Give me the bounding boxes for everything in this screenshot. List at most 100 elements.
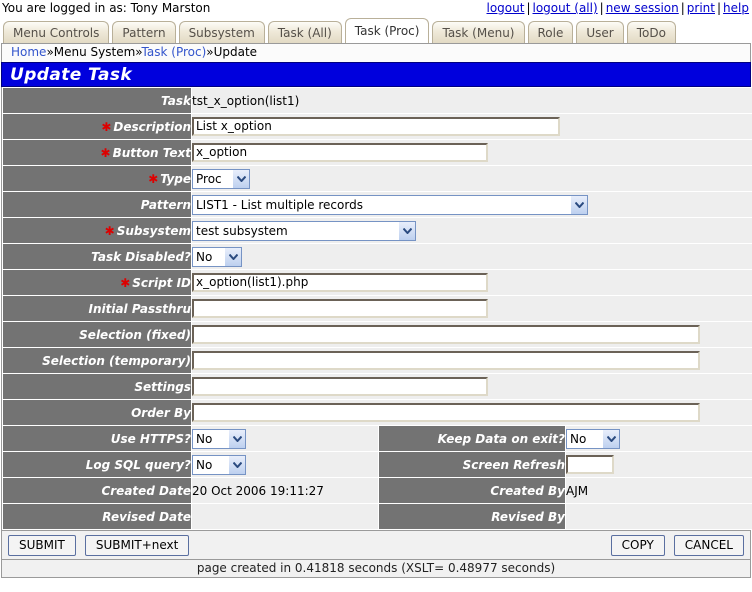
selection-fixed-input[interactable]	[192, 325, 700, 344]
tab-todo[interactable]: ToDo	[627, 21, 676, 43]
tab-subsystem[interactable]: Subsystem	[179, 21, 265, 43]
chevron-down-icon	[228, 456, 245, 474]
label-type-text: Type	[160, 172, 191, 186]
breadcrumb-item-home[interactable]: Home	[11, 45, 46, 59]
required-icon: ✱	[101, 146, 113, 160]
description-input[interactable]	[192, 117, 560, 136]
label-use-https: Use HTTPS?	[3, 426, 191, 451]
header-links: logout|logout (all)|new session|print|he…	[487, 0, 750, 16]
link-separator: |	[715, 1, 723, 15]
link-separator: |	[524, 1, 532, 15]
screen-refresh-input[interactable]	[566, 455, 614, 474]
type-select[interactable]: Proc	[192, 169, 250, 189]
pattern-select-value: LIST1 - List multiple records	[193, 196, 570, 214]
tab-role[interactable]: Role	[528, 21, 574, 43]
tab-strip: Menu Controls Pattern Subsystem Task (Al…	[0, 16, 752, 43]
tab-task-menu[interactable]: Task (Menu)	[432, 21, 524, 43]
label-type: ✱Type	[3, 166, 191, 191]
tab-menu-controls[interactable]: Menu Controls	[3, 21, 109, 43]
form-row-pattern: Pattern LIST1 - List multiple records	[3, 192, 752, 217]
title-banner: Update Task	[1, 62, 751, 87]
form-row-task: Task tst_x_option(list1)	[3, 88, 752, 113]
submit-next-button[interactable]: SUBMIT+next	[85, 535, 190, 556]
chevron-down-icon	[232, 170, 249, 188]
button-text-input[interactable]	[192, 143, 488, 162]
label-button-text: ✱Button Text	[3, 140, 191, 165]
label-task: Task	[3, 88, 191, 113]
label-revised-by: Revised By	[379, 504, 565, 529]
label-screen-refresh: Screen Refresh	[379, 452, 565, 477]
form-container: Task tst_x_option(list1) ✱Description ✱B…	[1, 87, 751, 530]
field-task-disabled: No	[192, 244, 752, 269]
label-script-id-text: Script ID	[132, 276, 191, 290]
form-row-type: ✱Type Proc	[3, 166, 752, 191]
value-created-by: AJM	[566, 478, 752, 503]
tab-user[interactable]: User	[576, 21, 623, 43]
order-by-input[interactable]	[192, 403, 700, 422]
tab-task-proc[interactable]: Task (Proc)	[345, 18, 430, 43]
task-disabled-select-value: No	[193, 248, 224, 266]
form-row-revised: Revised Date Revised By	[3, 504, 752, 529]
tab-task-all[interactable]: Task (All)	[268, 21, 342, 43]
breadcrumb-item-menu-system: Menu System	[54, 45, 136, 59]
page-title: Update Task	[2, 65, 132, 85]
breadcrumb-item-update: Update	[214, 45, 257, 59]
new-session-link[interactable]: new session	[606, 1, 679, 15]
initial-passthru-input[interactable]	[192, 299, 488, 318]
field-use-https: No	[192, 426, 378, 451]
form-row-order-by: Order By	[3, 400, 752, 425]
tab-pattern[interactable]: Pattern	[112, 21, 175, 43]
label-description: ✱Description	[3, 114, 191, 139]
label-keep-data-on-exit: Keep Data on exit?	[379, 426, 565, 451]
cancel-button[interactable]: CANCEL	[674, 535, 744, 556]
required-icon: ✱	[105, 224, 117, 238]
breadcrumb-separator: »	[46, 45, 53, 59]
form-row-initial-passthru: Initial Passthru	[3, 296, 752, 321]
use-https-select[interactable]: No	[192, 429, 246, 449]
label-selection-fixed: Selection (fixed)	[3, 322, 191, 347]
form-row-logsql-refresh: Log SQL query? No Screen Refresh	[3, 452, 752, 477]
required-icon: ✱	[120, 276, 132, 290]
settings-input[interactable]	[192, 377, 488, 396]
form-row-https-keepdata: Use HTTPS? No Keep Data on exit? No	[3, 426, 752, 451]
field-selection-temporary	[192, 348, 752, 373]
label-pattern: Pattern	[3, 192, 191, 217]
label-subsystem: ✱Subsystem	[3, 218, 191, 243]
script-id-input[interactable]	[192, 273, 488, 292]
link-separator: |	[679, 1, 687, 15]
pattern-select[interactable]: LIST1 - List multiple records	[192, 195, 588, 215]
logout-link[interactable]: logout	[487, 1, 525, 15]
submit-button[interactable]: SUBMIT	[8, 535, 76, 556]
help-link[interactable]: help	[723, 1, 749, 15]
label-revised-date: Revised Date	[3, 504, 191, 529]
task-disabled-select[interactable]: No	[192, 247, 242, 267]
keep-data-select[interactable]: No	[566, 429, 620, 449]
subsystem-select[interactable]: test subsystem	[192, 221, 416, 241]
use-https-select-value: No	[193, 430, 228, 448]
print-link[interactable]: print	[687, 1, 715, 15]
primary-button-group: SUBMIT SUBMIT+next	[8, 535, 189, 556]
breadcrumb-item-task-proc[interactable]: Task (Proc)	[142, 45, 207, 59]
chevron-down-icon	[398, 222, 415, 240]
value-created-date: 20 Oct 2006 19:11:27	[192, 478, 378, 503]
field-order-by	[192, 400, 752, 425]
page-root: You are logged in as: Tony Marston logou…	[0, 0, 752, 592]
field-subsystem: test subsystem	[192, 218, 752, 243]
copy-button[interactable]: COPY	[611, 535, 665, 556]
label-subsystem-text: Subsystem	[117, 224, 191, 238]
label-description-text: Description	[113, 120, 191, 134]
selection-temporary-input[interactable]	[192, 351, 700, 370]
field-keep-data-on-exit: No	[566, 426, 752, 451]
form-row-selection-fixed: Selection (fixed)	[3, 322, 752, 347]
label-order-by: Order By	[3, 400, 191, 425]
form-row-created: Created Date 20 Oct 2006 19:11:27 Create…	[3, 478, 752, 503]
field-screen-refresh	[566, 452, 752, 477]
chevron-down-icon	[224, 248, 241, 266]
log-sql-select[interactable]: No	[192, 455, 246, 475]
form-row-script-id: ✱Script ID	[3, 270, 752, 295]
logout-all-link[interactable]: logout (all)	[533, 1, 598, 15]
label-script-id: ✱Script ID	[3, 270, 191, 295]
value-revised-date	[192, 504, 378, 529]
field-initial-passthru	[192, 296, 752, 321]
label-selection-temporary: Selection (temporary)	[3, 348, 191, 373]
